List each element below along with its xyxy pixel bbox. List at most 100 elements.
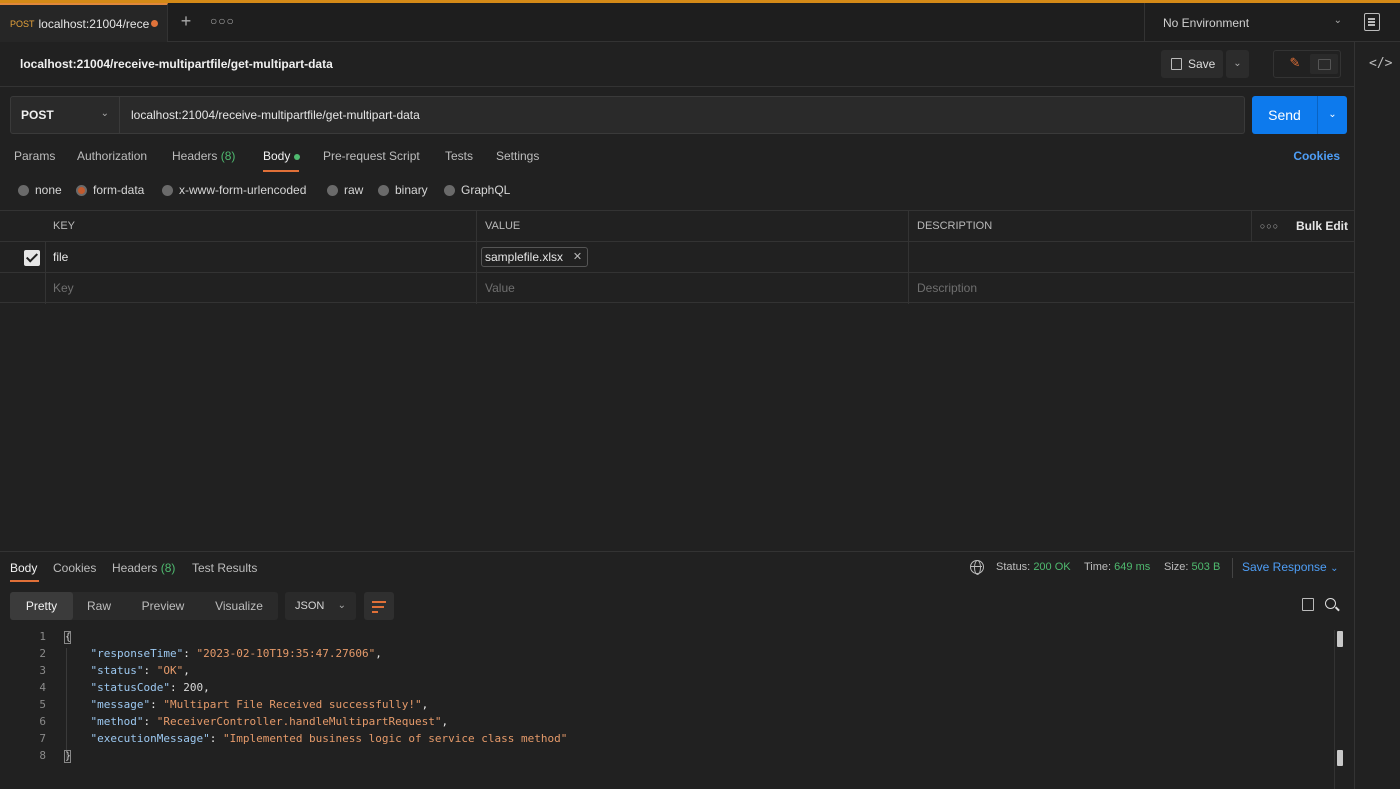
code-line[interactable]: "status": "OK",	[64, 664, 190, 677]
unsaved-dot-icon	[150, 20, 158, 27]
save-icon	[1171, 58, 1182, 70]
format-select[interactable]: JSON ⌄	[285, 592, 356, 620]
response-tab-headers[interactable]: Headers (8)	[112, 561, 175, 575]
copy-icon[interactable]	[1298, 594, 1314, 611]
response-tab-test-results[interactable]: Test Results	[192, 561, 257, 575]
header-description: DESCRIPTION	[917, 220, 993, 232]
response-panel: Body Cookies Headers (8) Test Results St…	[0, 551, 1354, 789]
tab-body[interactable]: Body	[263, 149, 301, 163]
radio-circle-icon	[18, 184, 29, 196]
status-readout[interactable]: Status: 200 OK	[996, 561, 1071, 573]
remove-file-icon[interactable]: ✕	[573, 248, 582, 266]
radio-circle-icon	[444, 184, 455, 196]
file-chip[interactable]: samplefile.xlsx ✕	[481, 247, 589, 267]
tab-title: localhost:21004/recei	[38, 16, 149, 31]
comment-icon[interactable]	[1310, 54, 1338, 74]
value-placeholder[interactable]: Value	[477, 273, 515, 304]
body-type-radios: none form-data x-www-form-urlencoded raw…	[0, 181, 1354, 201]
wrap-lines-button[interactable]	[364, 592, 394, 620]
request-tabs: Params Authorization Headers (8) Body Pr…	[0, 142, 1354, 172]
scroll-marker[interactable]	[1337, 631, 1343, 647]
key-placeholder[interactable]: Key	[45, 273, 74, 304]
edit-pencil-icon[interactable]: ✎	[1284, 55, 1306, 73]
bulk-edit-button[interactable]: Bulk Edit	[1296, 211, 1348, 242]
response-tab-cookies[interactable]: Cookies	[53, 561, 96, 575]
cookies-link[interactable]: Cookies	[1293, 149, 1340, 163]
tab-method: POST	[10, 18, 35, 29]
radio-circle-icon	[378, 184, 389, 196]
right-sidebar: </>	[1354, 42, 1400, 789]
time-readout[interactable]: Time: 649 ms	[1084, 561, 1150, 573]
request-header: localhost:21004/receive-multipartfile/ge…	[0, 42, 1354, 87]
line-number: 2	[39, 647, 46, 660]
save-response-button[interactable]: Save Response ⌄	[1242, 560, 1338, 574]
radio-form-data[interactable]: form-data	[76, 183, 144, 197]
editor-scrollbar-track[interactable]	[1334, 630, 1335, 789]
view-raw[interactable]: Raw	[76, 592, 122, 620]
code-line[interactable]: {	[64, 630, 71, 644]
body-indicator-dot-icon	[294, 153, 301, 160]
send-dropdown-button[interactable]: ⌄	[1317, 96, 1347, 134]
request-tab[interactable]: POST localhost:21004/recei	[0, 3, 168, 42]
fold-brace-close-icon[interactable]: }	[64, 749, 71, 763]
table-header-row: KEY VALUE DESCRIPTION ○○○ Bulk Edit	[0, 210, 1354, 242]
file-name: samplefile.xlsx	[485, 250, 564, 264]
code-snippet-icon[interactable]: </>	[1369, 56, 1392, 71]
view-visualize[interactable]: Visualize	[204, 592, 274, 620]
method-value: POST	[21, 108, 54, 122]
environment-quick-look-icon[interactable]	[1364, 13, 1380, 31]
fold-brace-open-icon[interactable]: {	[64, 630, 71, 644]
table-row: file samplefile.xlsx ✕	[0, 241, 1354, 273]
radio-graphql[interactable]: GraphQL	[444, 183, 510, 197]
radio-none[interactable]: none	[18, 183, 62, 197]
line-number: 3	[39, 664, 46, 677]
code-line[interactable]: "method": "ReceiverController.handleMult…	[64, 715, 449, 728]
code-line[interactable]: "statusCode": 200,	[64, 681, 210, 694]
chevron-down-icon: ⌄	[337, 600, 346, 611]
tab-authorization[interactable]: Authorization	[77, 149, 147, 163]
headers-count: (8)	[220, 149, 236, 163]
view-preview[interactable]: Preview	[130, 592, 196, 620]
format-value: JSON	[295, 600, 325, 612]
code-line[interactable]: "executionMessage": "Implemented busines…	[64, 732, 568, 745]
radio-x-www-form-urlencoded[interactable]: x-www-form-urlencoded	[162, 183, 306, 197]
save-dropdown-button[interactable]: ⌄	[1226, 50, 1249, 78]
radio-binary[interactable]: binary	[378, 183, 428, 197]
size-readout[interactable]: Size: 503 B	[1164, 561, 1220, 573]
save-button[interactable]: Save	[1161, 50, 1223, 78]
save-label: Save	[1188, 57, 1216, 71]
request-title[interactable]: localhost:21004/receive-multipartfile/ge…	[20, 57, 333, 71]
radio-circle-icon	[162, 184, 173, 196]
tab-params[interactable]: Params	[14, 149, 55, 163]
view-pretty[interactable]: Pretty	[10, 592, 73, 620]
tab-pre-request-script[interactable]: Pre-request Script	[323, 149, 420, 163]
tab-headers[interactable]: Headers (8)	[172, 149, 235, 163]
new-tab-plus-icon[interactable]: +	[176, 11, 196, 31]
response-tab-body[interactable]: Body	[10, 561, 37, 575]
active-tab-underline	[10, 580, 39, 582]
radio-selected-icon	[76, 184, 87, 196]
globe-icon[interactable]	[970, 560, 984, 575]
code-line[interactable]: "responseTime": "2023-02-10T19:35:47.276…	[64, 647, 382, 660]
chevron-down-icon: ⌄	[1333, 15, 1342, 26]
code-line[interactable]: }	[64, 749, 71, 763]
scroll-marker[interactable]	[1337, 750, 1343, 766]
code-line[interactable]: "message": "Multipart File Received succ…	[64, 698, 429, 711]
more-tabs-icon[interactable]: ○○○	[210, 11, 234, 31]
row-description[interactable]	[909, 242, 917, 273]
radio-raw[interactable]: raw	[327, 183, 363, 197]
tab-tests[interactable]: Tests	[445, 149, 473, 163]
row-key[interactable]: file	[45, 242, 68, 273]
more-options-icon[interactable]: ○○○	[1251, 211, 1287, 242]
environment-selector[interactable]: No Environment ⌄	[1144, 3, 1356, 42]
header-value: VALUE	[485, 220, 521, 232]
method-select[interactable]: POST ⌄	[10, 96, 120, 134]
tab-settings[interactable]: Settings	[496, 149, 539, 163]
description-placeholder[interactable]: Description	[909, 273, 977, 304]
search-icon[interactable]	[1325, 598, 1336, 609]
url-input[interactable]	[120, 96, 1245, 134]
line-number: 4	[39, 681, 46, 694]
radio-circle-icon	[327, 184, 338, 196]
row-checkbox[interactable]	[24, 250, 40, 266]
send-button[interactable]: Send	[1252, 96, 1317, 134]
